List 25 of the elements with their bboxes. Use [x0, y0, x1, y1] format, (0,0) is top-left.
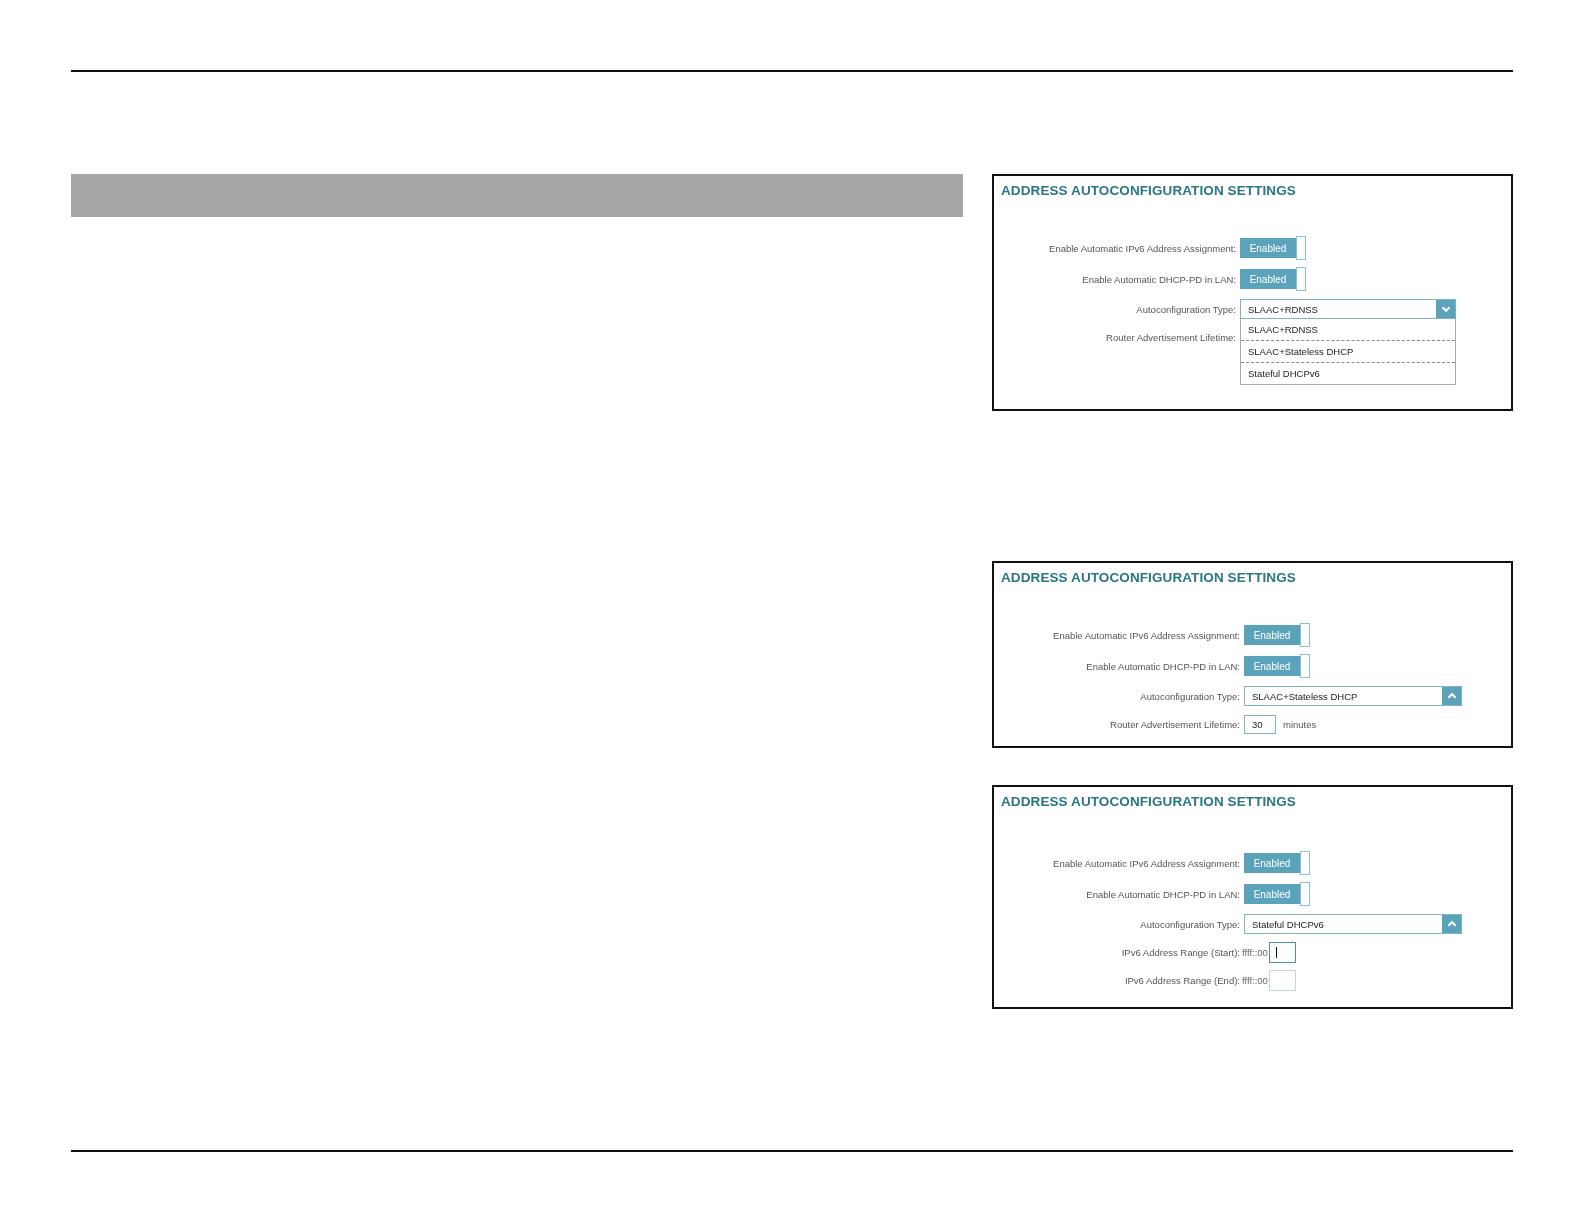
dropdown-option[interactable]: SLAAC+Stateless DHCP [1241, 341, 1455, 363]
field-label: Autoconfiguration Type: [1135, 303, 1237, 315]
number-field[interactable]: 30 [1244, 714, 1276, 734]
panel-title: ADDRESS AUTOCONFIGURATION SETTINGS [1000, 182, 1297, 198]
field-label: Router Advertisement Lifetime: [1109, 718, 1241, 730]
field-label: Enable Automatic IPv6 Address Assignment: [1048, 242, 1237, 254]
field-label: Autoconfiguration Type: [1139, 690, 1241, 702]
panel-title: ADDRESS AUTOCONFIGURATION SETTINGS [1000, 569, 1297, 585]
address-field[interactable] [1268, 941, 1296, 963]
address-prefix: ffff::00 [1242, 974, 1268, 986]
dropdown-field[interactable]: SLAAC+Stateless DHCP [1244, 686, 1462, 706]
field-label: Enable Automatic IPv6 Address Assignment: [1052, 857, 1241, 869]
panel-title: ADDRESS AUTOCONFIGURATION SETTINGS [1000, 793, 1297, 809]
field-label: Autoconfiguration Type: [1139, 918, 1241, 930]
field-label: Enable Automatic DHCP-PD in LAN: [1085, 888, 1241, 900]
dropdown-field[interactable]: SLAAC+RDNSS [1240, 299, 1456, 319]
dropdown-option[interactable]: Stateful DHCPv6 [1241, 363, 1455, 384]
field-label: Enable Automatic DHCP-PD in LAN: [1085, 660, 1241, 672]
dropdown-field[interactable]: Stateful DHCPv6 [1244, 914, 1462, 934]
unit-label: minutes [1283, 718, 1317, 730]
dropdown-option[interactable]: SLAAC+RDNSS [1241, 319, 1455, 341]
field-label: Enable Automatic DHCP-PD in LAN: [1081, 273, 1237, 285]
field-label: Router Advertisement Lifetime: [1105, 331, 1237, 343]
address-prefix: ffff::00 [1242, 946, 1268, 958]
field-label: Enable Automatic IPv6 Address Assignment: [1052, 629, 1241, 641]
